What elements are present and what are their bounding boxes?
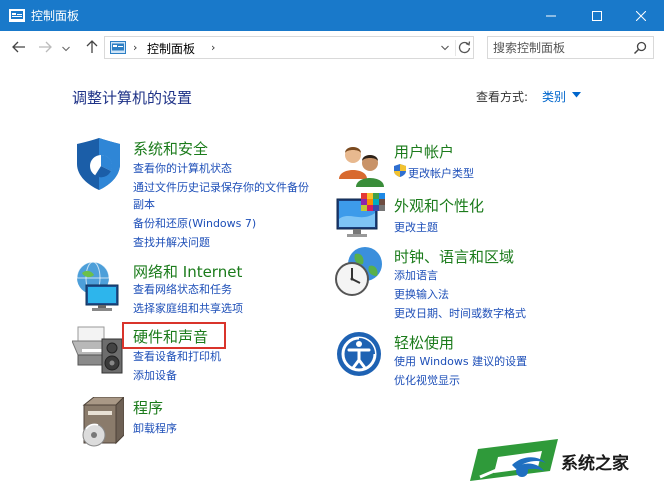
link-file-history-backup[interactable]: 通过文件历史记录保存你的文件备份	[133, 179, 309, 195]
maximize-icon	[592, 10, 602, 21]
navigation-bar: › 控制面板 ›	[0, 31, 664, 63]
minimize-icon	[546, 15, 556, 16]
category-title-system-security[interactable]: 系统和安全	[133, 138, 208, 159]
link-optimize-visual-display[interactable]: 优化视觉显示	[394, 372, 460, 388]
search-icon[interactable]	[633, 41, 647, 55]
shield-icon[interactable]	[72, 138, 124, 190]
link-change-date-time-format[interactable]: 更改日期、时间或数字格式	[394, 305, 526, 321]
link-add-language[interactable]: 添加语言	[394, 267, 438, 283]
ease-of-access-icon[interactable]	[335, 330, 387, 382]
view-by-label: 查看方式:	[476, 90, 529, 104]
link-network-status[interactable]: 查看网络状态和任务	[133, 281, 232, 297]
highlight-box	[122, 322, 226, 349]
link-use-recommended-settings[interactable]: 使用 Windows 建议的设置	[394, 353, 527, 369]
breadcrumb-separator[interactable]: ›	[211, 41, 215, 54]
category-title-user-accounts[interactable]: 用户帐户	[394, 141, 454, 162]
link-change-account-type[interactable]: 更改帐户类型	[408, 165, 474, 181]
control-panel-icon	[9, 9, 25, 22]
link-troubleshoot[interactable]: 查找并解决问题	[133, 234, 210, 250]
uac-shield-icon	[394, 164, 406, 177]
network-icon[interactable]	[72, 261, 124, 313]
link-change-input-method[interactable]: 更换输入法	[394, 286, 449, 302]
category-title-ease-of-access[interactable]: 轻松使用	[394, 332, 454, 353]
minimize-button[interactable]	[528, 0, 574, 31]
arrow-left-icon	[12, 41, 25, 53]
window-title: 控制面板	[31, 9, 80, 23]
link-change-theme[interactable]: 更改主题	[394, 219, 438, 235]
users-icon[interactable]	[335, 141, 387, 193]
link-add-device[interactable]: 添加设备	[133, 367, 177, 383]
close-icon	[636, 10, 646, 21]
category-title-programs[interactable]: 程序	[133, 397, 163, 418]
close-button[interactable]	[618, 0, 664, 31]
search-input[interactable]	[493, 39, 628, 56]
link-view-computer-status[interactable]: 查看你的计算机状态	[133, 160, 232, 176]
view-by-dropdown[interactable]: 类别	[542, 88, 566, 105]
caret-down-icon[interactable]	[572, 92, 581, 98]
arrow-up-icon	[86, 40, 98, 53]
appearance-icon[interactable]	[335, 193, 387, 245]
refresh-button[interactable]	[455, 40, 471, 56]
category-title-clock-language-region[interactable]: 时钟、语言和区域	[394, 246, 514, 267]
control-panel-icon	[110, 41, 126, 54]
maximize-button[interactable]	[574, 0, 620, 31]
up-button[interactable]	[83, 38, 101, 56]
link-devices-printers[interactable]: 查看设备和打印机	[133, 348, 221, 364]
title-bar: 控制面板	[0, 0, 664, 31]
breadcrumb[interactable]: 控制面板	[147, 40, 195, 57]
programs-icon[interactable]	[72, 397, 124, 449]
category-title-appearance[interactable]: 外观和个性化	[394, 195, 484, 216]
link-backup-restore[interactable]: 备份和还原(Windows 7)	[133, 215, 256, 231]
breadcrumb-separator[interactable]: ›	[133, 41, 137, 54]
page-heading: 调整计算机的设置	[72, 89, 193, 107]
link-uninstall-program[interactable]: 卸载程序	[133, 420, 177, 436]
category-title-network-internet[interactable]: 网络和 Internet	[133, 261, 242, 282]
chevron-down-icon	[441, 45, 449, 51]
clock-globe-icon[interactable]	[335, 246, 387, 298]
arrow-right-icon	[39, 41, 52, 53]
chevron-down-icon	[62, 46, 70, 52]
back-button[interactable]	[10, 38, 28, 56]
watermark-text: 系统之家	[561, 454, 629, 474]
recent-locations-button[interactable]	[61, 40, 71, 58]
printer-icon[interactable]	[72, 325, 124, 377]
link-file-history-backup-cont[interactable]: 副本	[133, 196, 155, 212]
address-dropdown-button[interactable]	[440, 42, 450, 54]
search-box[interactable]	[487, 36, 654, 59]
refresh-icon	[458, 41, 471, 54]
forward-button[interactable]	[36, 38, 54, 56]
link-homegroup-sharing[interactable]: 选择家庭组和共享选项	[133, 300, 243, 316]
address-bar[interactable]: › 控制面板 ›	[104, 36, 474, 59]
